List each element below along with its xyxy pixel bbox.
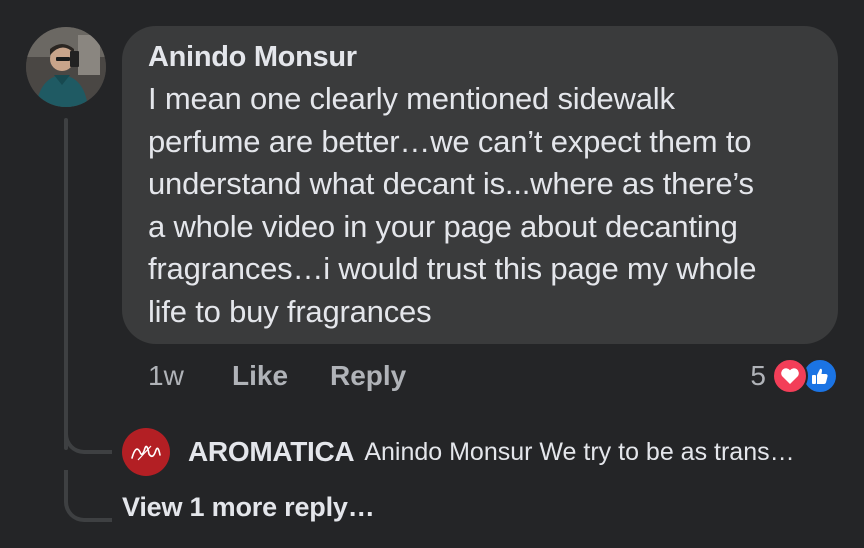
reaction-count: 5 xyxy=(750,360,766,391)
reaction-summary[interactable]: 5 xyxy=(750,356,838,396)
aromatica-logo-icon xyxy=(131,445,161,461)
thread-branch-reply xyxy=(64,420,112,454)
comment-author-name[interactable]: Anindo Monsur xyxy=(148,40,812,74)
comment-thread: Anindo Monsur I mean one clearly mention… xyxy=(0,0,864,548)
comment-timestamp[interactable]: 1w xyxy=(148,360,232,392)
reply-preview[interactable]: AROMATICA Anindo Monsur We try to be as … xyxy=(122,428,795,476)
reply-author-avatar[interactable] xyxy=(122,428,170,476)
comment-text: I mean one clearly mentioned sidewalk pe… xyxy=(148,81,757,329)
comment-actions: 1w Like Reply xyxy=(148,356,406,396)
comment-bubble: Anindo Monsur I mean one clearly mention… xyxy=(122,26,838,344)
commenter-avatar[interactable] xyxy=(26,27,106,107)
reply-author-name[interactable]: AROMATICA xyxy=(188,436,355,468)
reply-button[interactable]: Reply xyxy=(330,360,406,392)
user-avatar-photo-icon xyxy=(26,27,106,107)
like-button[interactable]: Like xyxy=(232,360,330,392)
love-reaction-icon xyxy=(772,358,808,394)
thread-line xyxy=(64,118,68,450)
thread-branch-view-more xyxy=(64,470,112,522)
view-more-replies-link[interactable]: View 1 more reply… xyxy=(122,492,375,523)
reply-snippet: Anindo Monsur We try to be as trans… xyxy=(364,437,795,466)
